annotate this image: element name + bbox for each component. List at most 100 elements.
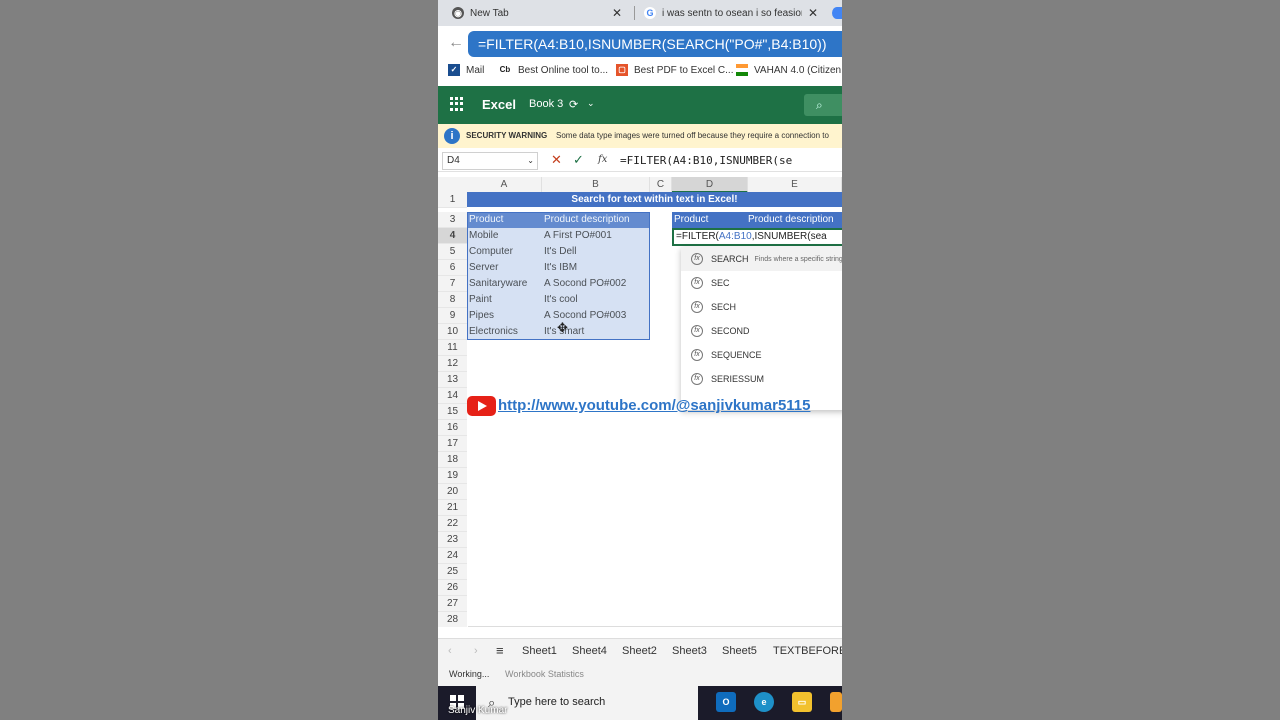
bookmark-online-tool[interactable]: Cb Best Online tool to...	[498, 64, 608, 76]
worksheet-grid[interactable]: A B C D E 1 3 4 5 6 7 8 9 10 11 12 13 14 15 16 17 18 19 20…	[438, 177, 842, 627]
prev-sheet-icon[interactable]: ‹	[448, 645, 452, 657]
function-icon: fx	[691, 301, 703, 313]
workbook-name[interactable]: Book 3	[529, 98, 563, 110]
next-sheet-icon[interactable]: ›	[474, 645, 478, 657]
cell-description[interactable]: A First PO#001	[542, 228, 650, 244]
row-header[interactable]: 1	[438, 192, 467, 208]
close-tab-icon[interactable]: ✕	[808, 6, 818, 20]
search-box[interactable]: ⌕	[804, 94, 842, 116]
autocomplete-item[interactable]: fx SEC	[681, 271, 842, 295]
select-all-corner[interactable]	[438, 177, 467, 193]
workbook-statistics[interactable]: Workbook Statistics	[505, 669, 584, 679]
office-icon[interactable]	[830, 692, 842, 712]
row-header[interactable]: 14	[438, 388, 467, 404]
row-header[interactable]: 24	[438, 548, 467, 564]
cell-product[interactable]: Paint	[467, 292, 542, 308]
cell-product[interactable]: Sanitaryware	[467, 276, 542, 292]
column-header-d[interactable]: D	[672, 177, 748, 193]
row-header[interactable]: 10	[438, 324, 467, 340]
bookmark-mail[interactable]: ✓ Mail	[448, 64, 484, 76]
tab-favicon-partial[interactable]	[832, 7, 842, 19]
insert-function-icon[interactable]: fx	[598, 154, 607, 165]
row-header[interactable]: 12	[438, 356, 467, 372]
excel-header: Excel Book 3 ⟳ ⌄ ⌕	[438, 86, 842, 124]
chevron-down-icon[interactable]: ⌄	[527, 153, 534, 169]
sheet-tab[interactable]: Sheet4	[572, 645, 607, 657]
enter-check-icon[interactable]: ✓	[573, 152, 584, 168]
back-arrow-icon[interactable]: ←	[448, 34, 464, 52]
tab-google-search[interactable]: G i was sentn to osean i so feasiona ✕	[644, 0, 824, 26]
info-icon: i	[444, 128, 460, 144]
tab-new-tab[interactable]: ◉ New Tab ✕	[452, 0, 628, 26]
row-header[interactable]: 9	[438, 308, 467, 324]
formula-input[interactable]: =FILTER(A4:B10,ISNUMBER(se	[620, 154, 792, 167]
row-header[interactable]: 23	[438, 532, 467, 548]
cancel-icon[interactable]: ✕	[551, 152, 562, 168]
row-header[interactable]: 26	[438, 580, 467, 596]
row-header[interactable]: 7	[438, 276, 467, 292]
outlook-icon[interactable]: O	[716, 692, 736, 712]
row-header[interactable]: 25	[438, 564, 467, 580]
row-header[interactable]: 8	[438, 292, 467, 308]
screen-recording: ◉ New Tab ✕ G i was sentn to osean i so …	[438, 0, 842, 720]
row-header[interactable]: 20	[438, 484, 467, 500]
sheet-tab[interactable]: TEXTBEFORE	[773, 645, 842, 657]
autocomplete-item[interactable]: fx SERIESSUM	[681, 367, 842, 391]
close-tab-icon[interactable]: ✕	[612, 6, 622, 20]
cell-description[interactable]: It's cool	[542, 292, 650, 308]
row-header[interactable]: 21	[438, 500, 467, 516]
row-header[interactable]: 3	[438, 212, 467, 228]
row-header[interactable]: 22	[438, 516, 467, 532]
column-header-c[interactable]: C	[650, 177, 672, 193]
app-launcher-icon[interactable]	[450, 97, 464, 111]
autocomplete-item[interactable]: fx SEQUENCE	[681, 343, 842, 367]
bookmark-vahan[interactable]: VAHAN 4.0 (Citizen...	[736, 64, 842, 76]
sheet-tab[interactable]: Sheet1	[522, 645, 557, 657]
autocomplete-item[interactable]: fx SECH	[681, 295, 842, 319]
autosave-icon: ⟳	[569, 99, 579, 111]
name-box[interactable]: D4 ⌄	[442, 152, 538, 170]
active-cell-editor[interactable]: =FILTER(A4:B10,ISNUMBER(sea	[672, 228, 842, 246]
row-header[interactable]: 4	[438, 228, 467, 244]
cell-product[interactable]: Server	[467, 260, 542, 276]
cell-product[interactable]: Computer	[467, 244, 542, 260]
column-header-a[interactable]: A	[467, 177, 542, 193]
bookmark-pdf-excel[interactable]: ▢ Best PDF to Excel C...	[616, 64, 733, 76]
autocomplete-item[interactable]: fx SEARCH Finds where a specific string	[681, 247, 842, 271]
edge-icon[interactable]: e	[754, 692, 774, 712]
cell-description[interactable]: It's IBM	[542, 260, 650, 276]
chevron-down-icon[interactable]: ⌄	[587, 98, 595, 109]
column-header-e[interactable]: E	[748, 177, 842, 193]
sheet-tab[interactable]: Sheet3	[672, 645, 707, 657]
formula-part: =FILTER(	[676, 231, 719, 242]
row-header[interactable]: 6	[438, 260, 467, 276]
all-sheets-menu-icon[interactable]: ≡	[496, 643, 504, 658]
youtube-link[interactable]: http://www.youtube.com/@sanjivkumar5115	[498, 397, 810, 414]
search-icon: ⌕	[816, 98, 823, 112]
row-header[interactable]: 5	[438, 244, 467, 260]
row-header[interactable]: 27	[438, 596, 467, 612]
row-header[interactable]: 18	[438, 452, 467, 468]
taskbar-search[interactable]: ⌕ Type here to search	[476, 686, 698, 720]
row-header[interactable]: 17	[438, 436, 467, 452]
row-header[interactable]: 13	[438, 372, 467, 388]
row-header[interactable]: 28	[438, 612, 467, 627]
cell-product[interactable]: Pipes	[467, 308, 542, 324]
function-icon: fx	[691, 325, 703, 337]
sheet-tab[interactable]: Sheet2	[622, 645, 657, 657]
row-header[interactable]: 15	[438, 404, 467, 420]
cell-description[interactable]: A Socond PO#002	[542, 276, 650, 292]
autocomplete-item[interactable]: fx SECOND	[681, 319, 842, 343]
row-header[interactable]: 11	[438, 340, 467, 356]
column-header-b[interactable]: B	[542, 177, 650, 193]
function-autocomplete-list: fx SEARCH Finds where a specific string fx S…	[681, 247, 842, 410]
cell-description[interactable]: It's Dell	[542, 244, 650, 260]
cell-product[interactable]: Electronics	[467, 324, 542, 340]
row-header[interactable]: 19	[438, 468, 467, 484]
file-explorer-icon[interactable]: ▭	[792, 692, 812, 712]
horizontal-scrollbar[interactable]: ◂	[468, 626, 842, 627]
sheet-tab[interactable]: Sheet5	[722, 645, 757, 657]
cell-product[interactable]: Mobile	[467, 228, 542, 244]
bookmark-label: Mail	[466, 64, 485, 76]
row-header[interactable]: 16	[438, 420, 467, 436]
